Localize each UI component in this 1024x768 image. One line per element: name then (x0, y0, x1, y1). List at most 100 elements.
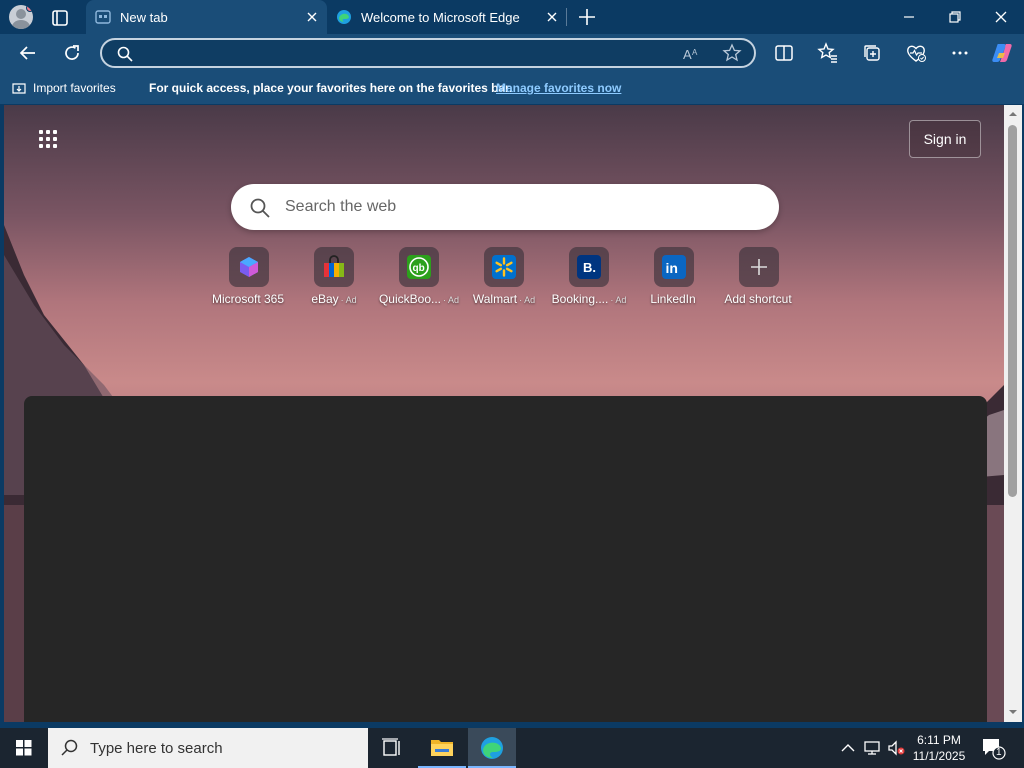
close-window-icon[interactable] (990, 6, 1012, 28)
ad-badge: · Ad (340, 295, 357, 305)
linkedin-icon: in (662, 255, 686, 279)
shortcut-label: Add shortcut (724, 292, 792, 306)
svg-text:in: in (666, 260, 678, 276)
shortcut-tile: qb (399, 247, 439, 287)
browser-essentials-icon[interactable] (904, 41, 928, 65)
shortcut-tile (229, 247, 269, 287)
newtab-icon (95, 10, 111, 24)
svg-text:B.: B. (583, 260, 596, 275)
favorites-icon[interactable] (816, 41, 840, 65)
edge-icon (481, 737, 503, 759)
scroll-down-icon[interactable] (1008, 707, 1018, 717)
shortcut-label: QuickBoo... (378, 292, 441, 306)
ebay-icon (324, 255, 344, 277)
quickbooks-icon: qb (407, 255, 431, 279)
chevron-up-icon[interactable] (838, 738, 858, 758)
task-view-icon[interactable] (368, 728, 416, 768)
edge-icon (337, 10, 351, 24)
svg-text:A: A (683, 47, 692, 62)
new-tab-plus-icon[interactable] (576, 6, 598, 28)
shortcut-linkedin[interactable]: in LinkedIn (629, 247, 719, 309)
apps-launcher-icon[interactable] (38, 129, 58, 149)
import-icon (12, 83, 26, 94)
clock-time: 6:11 PM (917, 733, 961, 747)
ad-badge: · Ad (443, 295, 460, 305)
split-screen-icon[interactable] (772, 41, 796, 65)
notification-icon (983, 739, 1006, 760)
close-tab-icon[interactable] (543, 8, 561, 26)
back-arrow-icon[interactable] (16, 41, 40, 65)
tab-separator (566, 8, 567, 26)
ad-badge: · Ad (519, 295, 536, 305)
minimize-icon[interactable] (898, 6, 920, 28)
manage-favorites-link[interactable]: Manage favorites now (496, 81, 621, 95)
web-search-box[interactable] (231, 184, 779, 230)
windows-taskbar: Type here to search 6:11 PM 11/1/2025 1 (0, 728, 1024, 768)
search-icon (61, 739, 78, 756)
shortcut-tile: in (654, 247, 694, 287)
microsoft-365-icon (240, 257, 258, 277)
scroll-up-icon[interactable] (1008, 109, 1018, 119)
favorites-bar: Import favorites For quick access, place… (0, 72, 1024, 104)
sign-in-button[interactable]: Sign in (909, 120, 981, 158)
shortcut-label: LinkedIn (650, 292, 696, 306)
read-aloud-icon[interactable]: A A (682, 44, 702, 64)
shortcut-tile: B. (569, 247, 609, 287)
collections-icon[interactable] (860, 41, 884, 65)
restore-icon[interactable] (944, 6, 966, 28)
shortcut-microsoft-365[interactable]: Microsoft 365 (204, 247, 294, 309)
shortcut-booking[interactable]: B. Booking.... · Ad (544, 247, 634, 309)
taskbar-search-placeholder: Type here to search (90, 739, 223, 757)
more-options-icon[interactable] (948, 41, 972, 65)
network-icon[interactable] (862, 738, 882, 758)
search-icon (250, 198, 270, 218)
import-favorites-button[interactable]: Import favorites (11, 80, 116, 96)
shortcut-walmart[interactable]: Walmart · Ad (459, 247, 549, 309)
notification-count: 1 (996, 747, 1002, 758)
shortcut-label: Walmart (472, 292, 518, 306)
copilot-icon[interactable] (990, 41, 1014, 65)
favorite-star-icon[interactable] (722, 43, 742, 63)
shortcut-label: Booking.... (551, 292, 609, 306)
web-search-input[interactable] (285, 196, 755, 218)
shortcut-label: eBay (311, 292, 339, 306)
ad-badge: · Ad (610, 295, 627, 305)
import-favorites-label: Import favorites (33, 81, 116, 95)
tab-new-tab[interactable]: New tab (86, 0, 327, 34)
tab-welcome-edge[interactable]: Welcome to Microsoft Edge (327, 0, 567, 34)
shortcut-tile (484, 247, 524, 287)
tab-title: Welcome to Microsoft Edge (361, 10, 520, 25)
file-explorer-taskbar-button[interactable] (418, 728, 466, 768)
svg-text:A: A (692, 48, 698, 57)
notification-center-button[interactable]: 1 (980, 736, 1006, 760)
shortcut-add[interactable]: Add shortcut (714, 247, 804, 309)
refresh-icon[interactable] (60, 41, 84, 65)
page-scrollbar[interactable] (1004, 105, 1022, 722)
clock-date: 11/1/2025 (912, 749, 966, 763)
address-input[interactable] (142, 44, 662, 64)
tab-actions-icon[interactable] (48, 8, 72, 28)
edge-taskbar-button[interactable] (468, 728, 516, 768)
svg-text:qb: qb (413, 263, 425, 274)
volume-muted-icon[interactable] (886, 738, 906, 758)
taskbar-search-box[interactable]: Type here to search (48, 728, 368, 768)
taskbar-clock[interactable]: 6:11 PM 11/1/2025 (904, 732, 974, 764)
file-explorer-icon (431, 740, 453, 756)
content-feed-panel (24, 396, 987, 722)
new-tab-page: Sign in Microsoft 365 (4, 105, 1004, 722)
booking-icon: B. (577, 255, 601, 279)
windows-start-icon[interactable] (0, 728, 48, 768)
shortcut-tile (739, 247, 779, 287)
toolbar: A A (0, 34, 1024, 72)
shortcut-ebay[interactable]: eBay · Ad (289, 247, 379, 309)
plus-icon (751, 259, 767, 275)
search-icon (117, 46, 133, 62)
scrollbar-thumb[interactable] (1008, 125, 1017, 497)
close-tab-icon[interactable] (303, 8, 321, 26)
profile-avatar-icon[interactable] (9, 5, 33, 29)
shortcut-tile (314, 247, 354, 287)
walmart-icon (492, 255, 516, 279)
address-bar[interactable]: A A (100, 38, 756, 68)
favorites-bar-message: For quick access, place your favorites h… (149, 81, 513, 95)
shortcut-quickbooks[interactable]: qb QuickBoo... · Ad (374, 247, 464, 309)
